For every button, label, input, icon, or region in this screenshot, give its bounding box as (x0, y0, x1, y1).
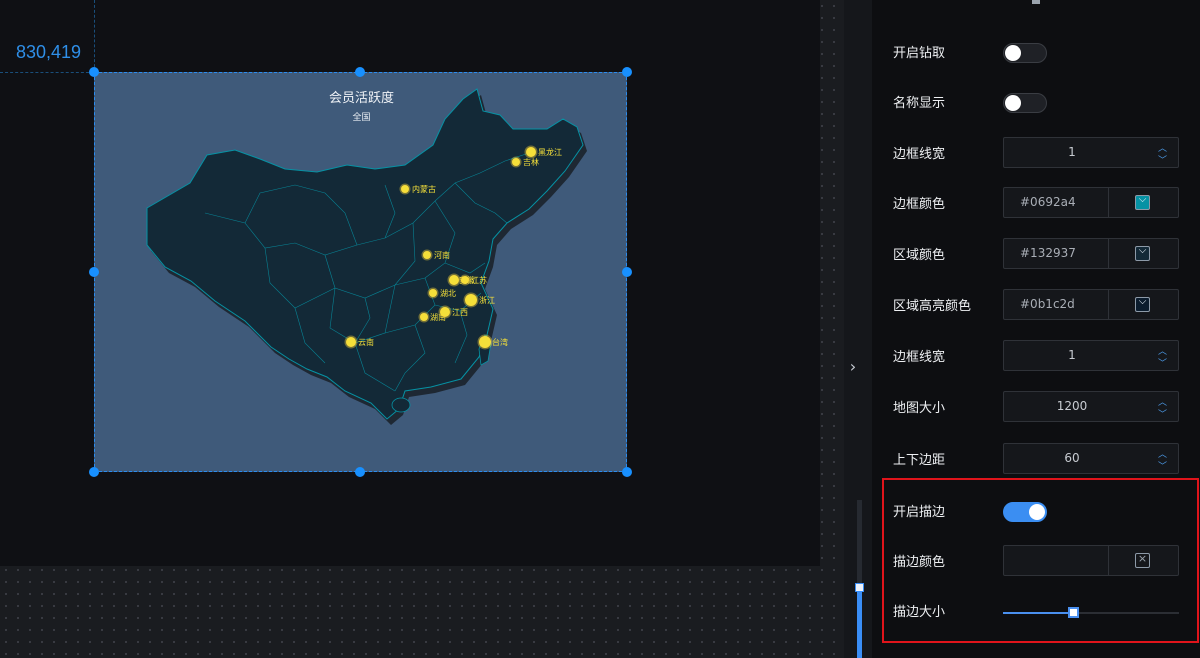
resize-handle-right[interactable] (622, 267, 632, 277)
label-region-color: 区域颜色 (893, 248, 946, 263)
vertical-guide-line (94, 0, 95, 72)
marker-henan[interactable]: 河南 (421, 249, 450, 261)
horizontal-guide-line (0, 72, 94, 73)
marker-jilin[interactable]: 吉林 (510, 156, 539, 168)
region-highlight-color-swatch[interactable]: ⌵ (1135, 296, 1150, 312)
region-highlight-color-input[interactable]: #0b1c2d ⌵ (1003, 289, 1179, 320)
border-width-input[interactable]: 1 ︿ ﹀ (1003, 137, 1179, 168)
border-width-value: 1 (1068, 145, 1076, 159)
design-canvas[interactable]: 830,419 黑龙江 吉林 内蒙古 河南 江苏 湖北 浙江 湖南 江西 云南 … (0, 0, 844, 658)
svg-text:浙江: 浙江 (479, 295, 495, 305)
region-color-input[interactable]: #132937 ⌵ (1003, 238, 1179, 269)
caret-down-icon[interactable]: ﹀ (1158, 459, 1167, 472)
svg-text:湖北: 湖北 (440, 289, 456, 298)
map-title: 会员活跃度 (328, 91, 394, 106)
chevron-right-icon[interactable]: › (844, 354, 862, 380)
svg-text:内蒙古: 内蒙古 (412, 184, 436, 194)
border-color-input[interactable]: #0692a4 ⌵ (1003, 187, 1179, 218)
svg-text:江西: 江西 (452, 308, 468, 317)
resize-handle-top[interactable] (355, 67, 365, 77)
toggle-enable-drilldown[interactable] (1003, 43, 1047, 63)
border-width-input-2[interactable]: 1 ︿ ﹀ (1003, 340, 1179, 371)
svg-text:台湾: 台湾 (492, 337, 508, 347)
svg-text:云南: 云南 (358, 337, 374, 347)
marker-zhejiang[interactable]: 浙江 (463, 292, 495, 308)
caret-down-icon[interactable]: ﹀ (1158, 356, 1167, 369)
label-map-size: 地图大小 (893, 401, 946, 416)
map-size-value: 1200 (1056, 399, 1088, 413)
resize-handle-bottom-left[interactable] (89, 467, 99, 477)
marker-taiwan[interactable]: 台湾 (477, 334, 508, 350)
marker-hubei[interactable]: 湖北 (427, 287, 456, 299)
svg-text:河南: 河南 (434, 250, 450, 260)
svg-text:黑龙江: 黑龙江 (538, 147, 562, 157)
china-map: 黑龙江 吉林 内蒙古 河南 安徽 (146, 88, 587, 425)
map-size-input[interactable]: 1200 ︿ ﹀ (1003, 391, 1179, 422)
marker-jiangxi[interactable]: 江西 (438, 305, 468, 319)
panel-scroll-indicator (1032, 0, 1040, 4)
resize-handle-top-left[interactable] (89, 67, 99, 77)
map-subtitle: 全国 (352, 113, 371, 123)
map-region-hainan (391, 397, 411, 413)
highlight-box (882, 478, 1199, 643)
region-highlight-color-hex: #0b1c2d (1020, 297, 1075, 311)
label-region-highlight-color: 区域高亮颜色 (893, 299, 972, 314)
resize-handle-bottom-right[interactable] (622, 467, 632, 477)
marker-jiangsu[interactable]: 江苏 (459, 274, 487, 286)
label-enable-drilldown: 开启钻取 (893, 46, 946, 61)
region-color-hex: #132937 (1020, 246, 1076, 260)
region-color-swatch[interactable]: ⌵ (1135, 245, 1150, 261)
vertical-margin-input[interactable]: 60 ︿ ﹀ (1003, 443, 1179, 474)
caret-down-icon[interactable]: ﹀ (1158, 153, 1167, 166)
zoom-slider-thumb[interactable] (855, 583, 864, 592)
caret-down-icon[interactable]: ﹀ (1158, 407, 1167, 420)
label-border-width-2: 边框线宽 (893, 350, 946, 365)
zoom-slider-fill (857, 590, 862, 658)
label-border-width: 边框线宽 (893, 147, 946, 162)
border-color-swatch[interactable]: ⌵ (1135, 194, 1150, 210)
border-color-hex: #0692a4 (1020, 195, 1076, 209)
toggle-knob (1005, 95, 1021, 111)
marker-heilongjiang[interactable]: 黑龙江 (524, 145, 562, 159)
color-input-divider (1108, 188, 1109, 217)
svg-text:江苏: 江苏 (471, 275, 487, 285)
coordinate-readout: 830,419 (16, 42, 82, 62)
map-region-china[interactable] (146, 88, 584, 420)
color-input-divider (1108, 290, 1109, 319)
label-show-names: 名称显示 (893, 96, 946, 111)
toggle-show-names[interactable] (1003, 93, 1047, 113)
toggle-knob (1005, 45, 1021, 61)
chevron-down-icon: ⌵ (1138, 296, 1147, 307)
svg-text:吉林: 吉林 (523, 157, 539, 167)
marker-neimenggu[interactable]: 内蒙古 (399, 183, 436, 195)
vertical-margin-value: 60 (1064, 451, 1080, 465)
resize-handle-bottom[interactable] (355, 467, 365, 477)
resize-handle-left[interactable] (89, 267, 99, 277)
chevron-down-icon: ⌵ (1138, 245, 1147, 256)
map-widget[interactable]: 黑龙江 吉林 内蒙古 河南 安徽 (94, 72, 627, 472)
label-border-color: 边框颜色 (893, 197, 946, 212)
label-vertical-margin: 上下边距 (893, 453, 946, 468)
border-width-value-2: 1 (1068, 348, 1076, 362)
resize-handle-top-right[interactable] (622, 67, 632, 77)
color-input-divider (1108, 239, 1109, 268)
chevron-down-icon: ⌵ (1138, 194, 1147, 205)
marker-yunnan[interactable]: 云南 (344, 335, 374, 349)
